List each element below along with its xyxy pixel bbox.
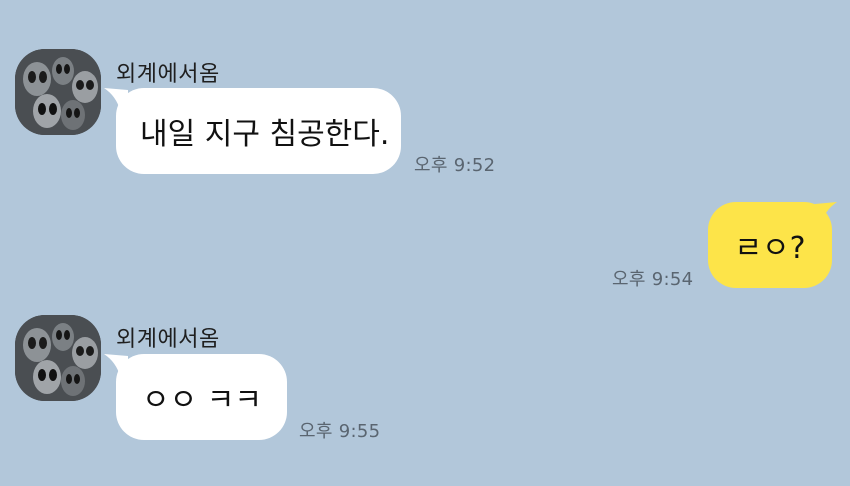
sender-name: 외계에서옴	[116, 327, 220, 352]
message-timestamp: 오후 9:55	[299, 421, 381, 442]
sender-avatar-icon[interactable]	[15, 315, 101, 401]
message-timestamp: 오후 9:52	[414, 155, 496, 176]
incoming-message-bubble[interactable]: 내일 지구 침공한다.	[116, 88, 401, 174]
message-text: ㄹㅇ?	[734, 231, 806, 266]
message-timestamp: 오후 9:54	[612, 269, 694, 290]
sender-avatar-icon[interactable]	[15, 49, 101, 135]
incoming-message-bubble[interactable]: ㅇㅇ ㅋㅋ	[116, 354, 287, 440]
message-text: ㅇㅇ ㅋㅋ	[142, 383, 262, 418]
message-text: 내일 지구 침공한다.	[140, 117, 390, 152]
sender-name: 외계에서옴	[116, 62, 220, 87]
outgoing-message-bubble[interactable]: ㄹㅇ?	[708, 202, 832, 288]
